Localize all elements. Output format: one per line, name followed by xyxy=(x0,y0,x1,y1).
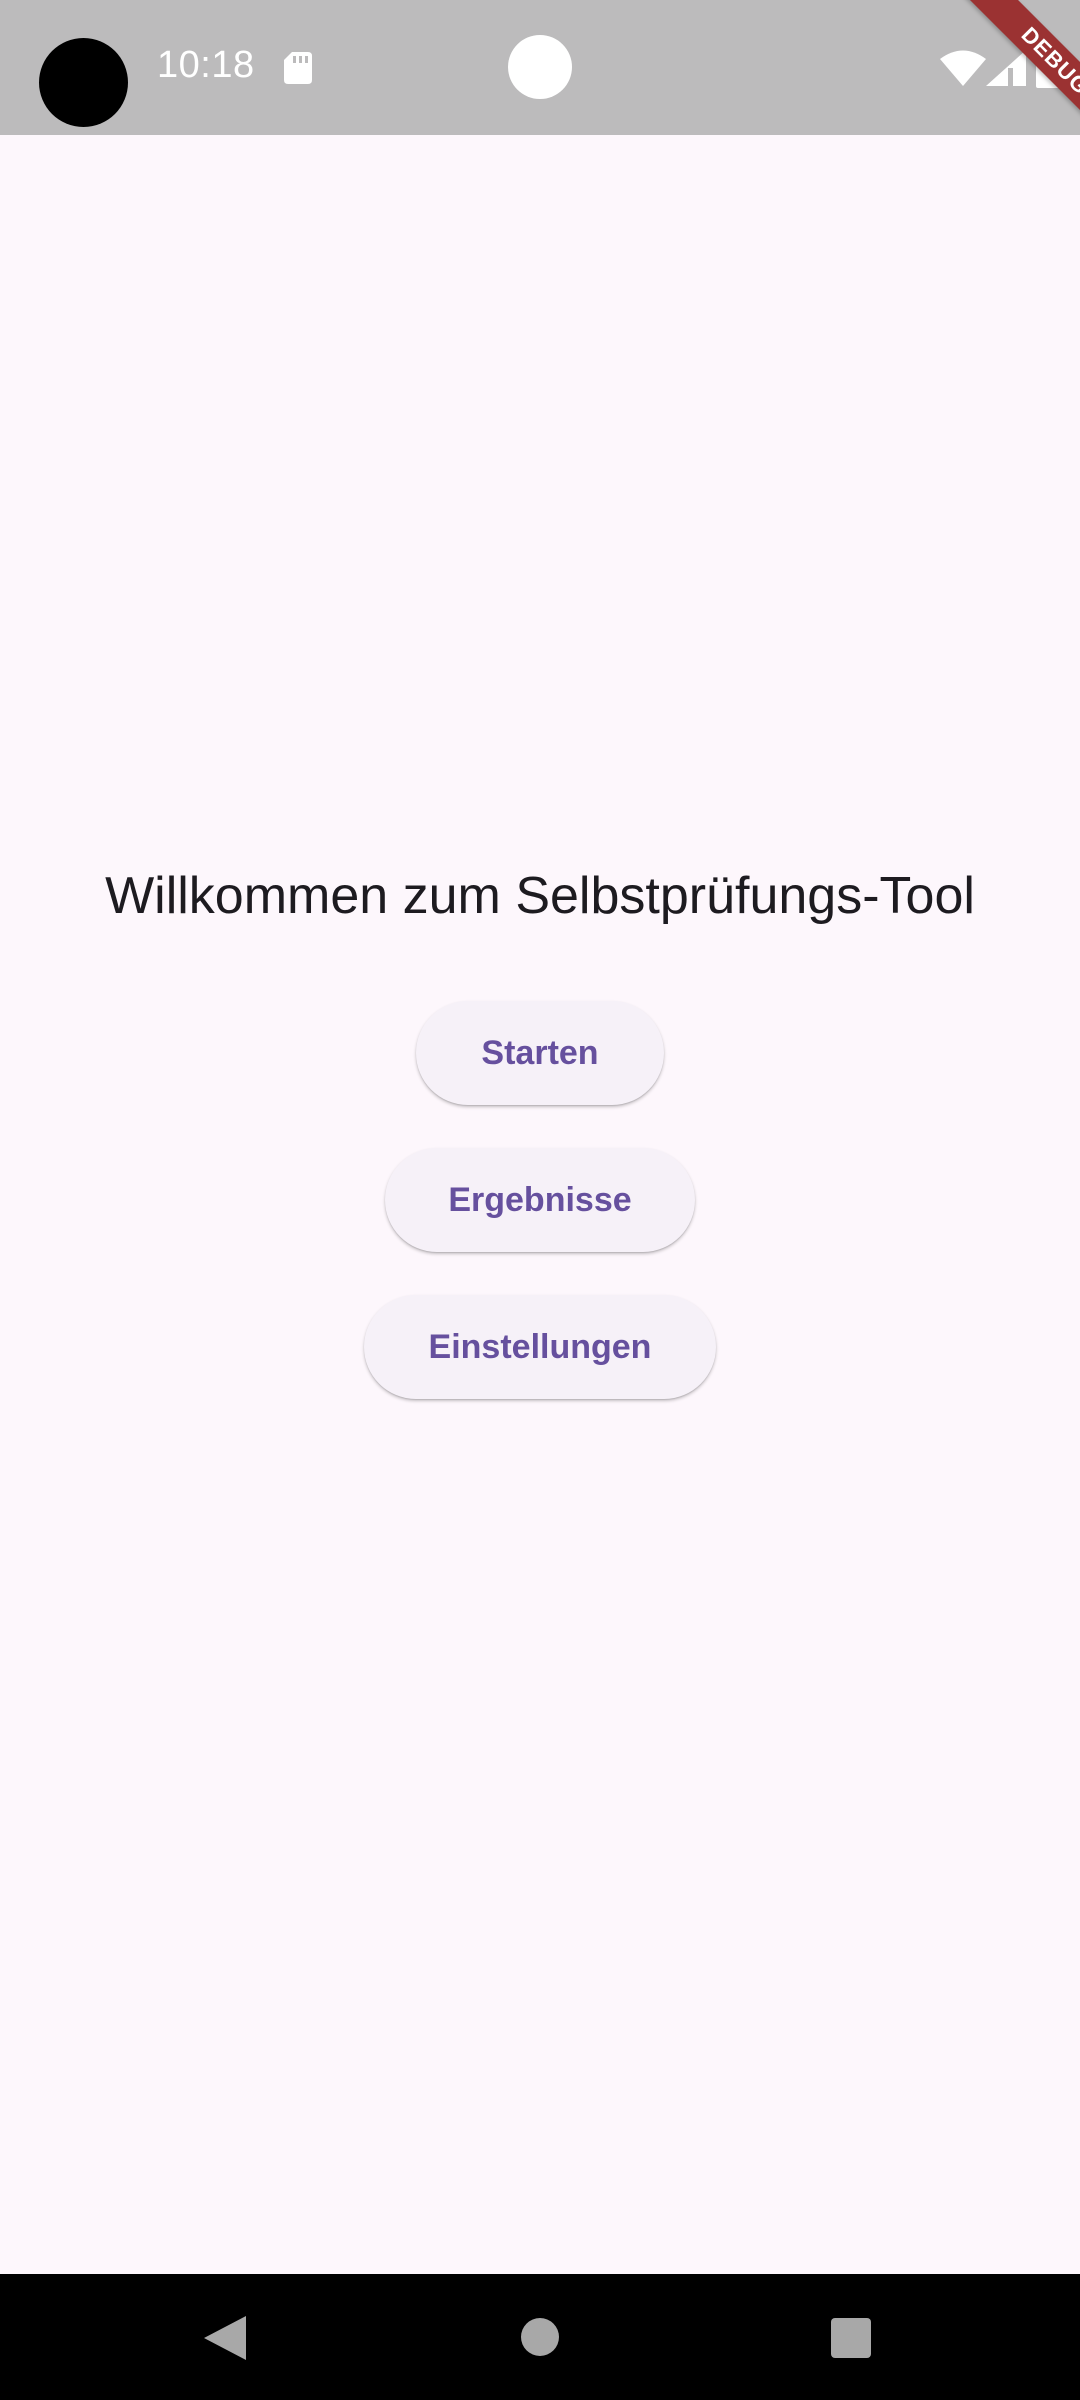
results-button[interactable]: Ergebnisse xyxy=(385,1148,695,1252)
wifi-icon xyxy=(940,50,986,86)
page-title: Willkommen zum Selbstprüfungs-Tool xyxy=(105,867,975,925)
front-camera-dot xyxy=(508,35,572,99)
settings-button[interactable]: Einstellungen xyxy=(364,1295,716,1399)
status-bar: 10:18 xyxy=(0,0,1080,135)
app-screen: 10:18 DEBUG Willkommen zum Selbstprüfung… xyxy=(0,0,1080,2400)
cell-signal-icon xyxy=(986,50,1026,86)
recent-apps-icon[interactable] xyxy=(831,2318,871,2358)
home-icon[interactable] xyxy=(521,2318,559,2356)
back-icon[interactable] xyxy=(204,2316,246,2360)
sd-card-icon xyxy=(284,52,312,84)
start-button[interactable]: Starten xyxy=(416,1001,664,1105)
status-time: 10:18 xyxy=(157,44,255,86)
camera-cutout xyxy=(39,38,128,127)
